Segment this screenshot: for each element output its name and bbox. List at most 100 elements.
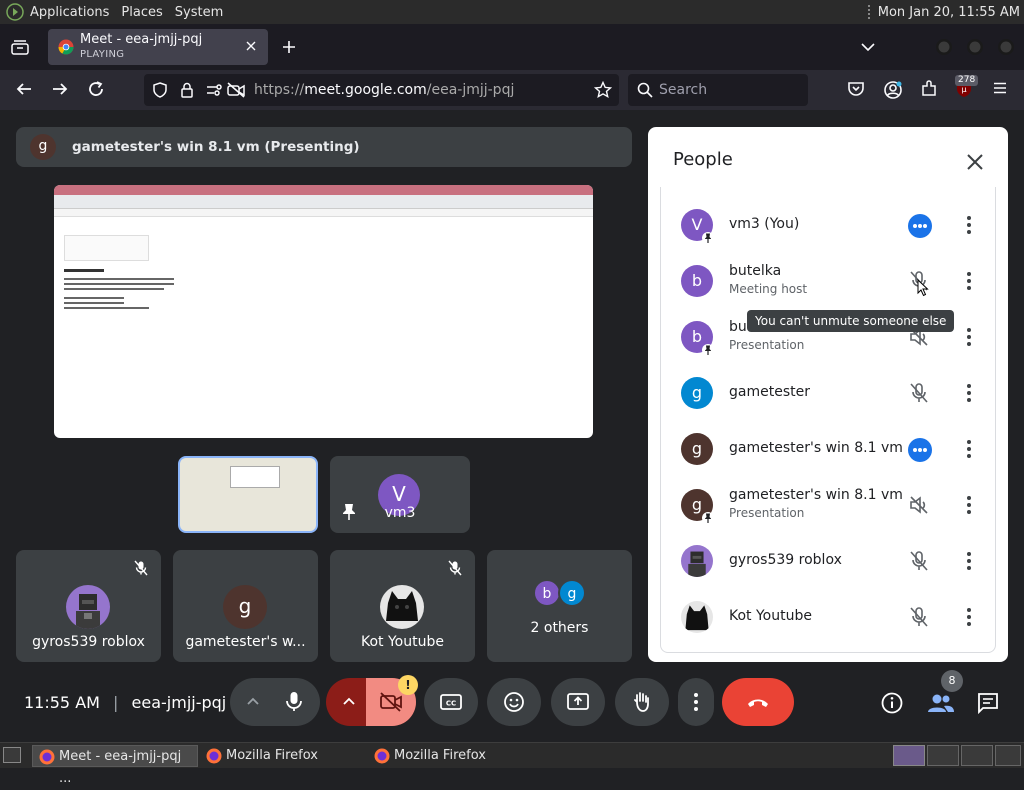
more-options-icon[interactable] xyxy=(961,325,977,349)
chrome-favicon-icon xyxy=(58,39,74,55)
gyros539-avatar xyxy=(66,585,110,629)
workspace-2[interactable] xyxy=(927,745,959,766)
more-options-icon[interactable] xyxy=(961,493,977,517)
permissions-icon[interactable] xyxy=(206,83,222,97)
captions-button[interactable]: CC xyxy=(424,678,478,726)
tile-kot-youtube[interactable]: Kot Youtube xyxy=(330,550,475,662)
shared-toolbar xyxy=(54,195,593,209)
url-scheme: https:// xyxy=(254,82,305,98)
panel-clock[interactable]: Mon Jan 20, 11:55 AM xyxy=(867,0,1020,24)
browser-nav-bar: https://meet.google.com/eea-jmjj-pqj Sea… xyxy=(0,70,1024,110)
more-options-button[interactable] xyxy=(678,678,714,726)
mic-off-icon[interactable] xyxy=(908,550,930,572)
people-title: People xyxy=(673,149,733,170)
mic-off-icon[interactable] xyxy=(908,606,930,628)
reactions-button[interactable] xyxy=(487,678,541,726)
taskbar-item-meet[interactable]: Meet - eea-jmjj-pqj ... xyxy=(32,745,198,786)
more-options-icon[interactable] xyxy=(961,213,977,237)
list-tabs-icon[interactable] xyxy=(861,42,875,52)
workspace-switcher[interactable] xyxy=(893,745,925,766)
pin-icon xyxy=(702,512,714,524)
window-maximize-icon[interactable] xyxy=(966,38,984,56)
chevron-up-icon[interactable] xyxy=(342,696,356,706)
presentation-thumbnail[interactable] xyxy=(178,456,318,533)
tab-overview-icon[interactable] xyxy=(11,39,29,55)
participant-role: Meeting host xyxy=(729,282,808,296)
camera-off-icon xyxy=(380,692,402,712)
black-cat-icon xyxy=(386,591,418,621)
more-options-icon[interactable] xyxy=(961,605,977,629)
participant-row[interactable]: gyros539 roblox xyxy=(661,533,997,589)
participant-row[interactable]: Kot Youtube xyxy=(661,589,997,645)
more-options-icon[interactable] xyxy=(961,437,977,461)
tile-gametester-win[interactable]: g gametester's w... xyxy=(173,550,318,662)
window-close-icon[interactable] xyxy=(997,38,1015,56)
window-minimize-icon[interactable] xyxy=(935,38,953,56)
show-desktop-button[interactable] xyxy=(3,747,21,763)
others-avatar-1: b xyxy=(533,579,561,607)
close-icon[interactable] xyxy=(966,153,984,171)
camera-blocked-icon[interactable] xyxy=(227,82,245,98)
presentation-screen[interactable] xyxy=(54,185,593,438)
tile-vm3[interactable]: V vm3 xyxy=(330,456,470,533)
microphone-icon[interactable] xyxy=(283,690,305,714)
app-menu-icon[interactable] xyxy=(992,80,1008,96)
chevron-up-icon[interactable] xyxy=(246,696,260,706)
shared-text-line xyxy=(64,278,174,280)
taskbar-item-firefox-2[interactable]: Mozilla Firefox xyxy=(368,745,534,767)
tile-gyros539-roblox[interactable]: gyros539 roblox xyxy=(16,550,161,662)
tile-2-others[interactable]: b g 2 others xyxy=(487,550,632,662)
participant-row[interactable]: b butelka Meeting host xyxy=(661,253,997,309)
tracking-protection-icon[interactable] xyxy=(152,82,168,98)
chat-icon[interactable] xyxy=(976,691,1000,715)
present-button[interactable] xyxy=(551,678,605,726)
participant-row[interactable]: g gametester's win 8.1 vm xyxy=(661,421,997,477)
url-path: /eea-jmjj-pqj xyxy=(426,82,515,98)
ublock-badge: 278 xyxy=(955,75,979,86)
tile-name: 2 others xyxy=(530,620,589,636)
mic-off-icon[interactable] xyxy=(908,382,930,404)
bookmark-star-icon[interactable] xyxy=(594,81,612,99)
workspace-4[interactable] xyxy=(995,745,1021,766)
raise-hand-button[interactable] xyxy=(615,678,669,726)
tab-meet[interactable]: Meet - eea-jmjj-pqj PLAYING xyxy=(48,29,268,65)
pocket-icon[interactable] xyxy=(847,80,865,98)
address-bar[interactable]: https://meet.google.com/eea-jmjj-pqj xyxy=(144,74,619,106)
forward-icon[interactable] xyxy=(51,80,69,98)
shared-tabbar xyxy=(54,209,593,217)
more-options-icon[interactable] xyxy=(961,381,977,405)
hand-icon xyxy=(634,692,649,712)
people-panel: People V vm3 (You) b butelka Meeting hos… xyxy=(648,127,1008,662)
participant-row[interactable]: g gametester xyxy=(661,365,997,421)
shared-text-line xyxy=(64,297,124,299)
participant-name: Kot Youtube xyxy=(729,608,812,624)
mic-control-group xyxy=(230,678,320,726)
clock-text: Mon Jan 20, 11:55 AM xyxy=(877,4,1020,20)
leave-call-button[interactable] xyxy=(722,678,794,726)
workspace-3[interactable] xyxy=(961,745,993,766)
system-menu[interactable]: System xyxy=(169,0,229,24)
audio-off-icon[interactable] xyxy=(908,494,930,516)
places-menu[interactable]: Places xyxy=(115,0,168,24)
meeting-details-icon[interactable] xyxy=(880,691,904,715)
search-bar[interactable]: Search xyxy=(628,74,808,106)
new-tab-icon[interactable] xyxy=(282,40,296,54)
more-vert-icon xyxy=(694,693,698,711)
reload-icon[interactable] xyxy=(87,80,105,98)
participant-row[interactable]: g gametester's win 8.1 vm Presentation xyxy=(661,477,997,533)
account-icon[interactable] xyxy=(883,80,903,100)
presenting-text: gametester's win 8.1 vm (Presenting) xyxy=(72,139,360,155)
more-options-icon[interactable] xyxy=(961,269,977,293)
captions-icon: CC xyxy=(440,694,462,710)
shared-text-line xyxy=(64,302,124,304)
lock-icon[interactable] xyxy=(180,82,194,98)
system-menu-label: System xyxy=(174,4,224,20)
applications-menu[interactable]: Applications xyxy=(0,0,115,24)
participant-row[interactable]: V vm3 (You) xyxy=(661,197,997,253)
taskbar-item-firefox-1[interactable]: Mozilla Firefox xyxy=(200,745,366,767)
extensions-icon[interactable] xyxy=(920,80,938,98)
more-options-icon[interactable] xyxy=(961,549,977,573)
firefox-icon xyxy=(39,749,55,765)
back-icon[interactable] xyxy=(15,80,33,98)
tab-close-icon[interactable] xyxy=(244,39,258,53)
